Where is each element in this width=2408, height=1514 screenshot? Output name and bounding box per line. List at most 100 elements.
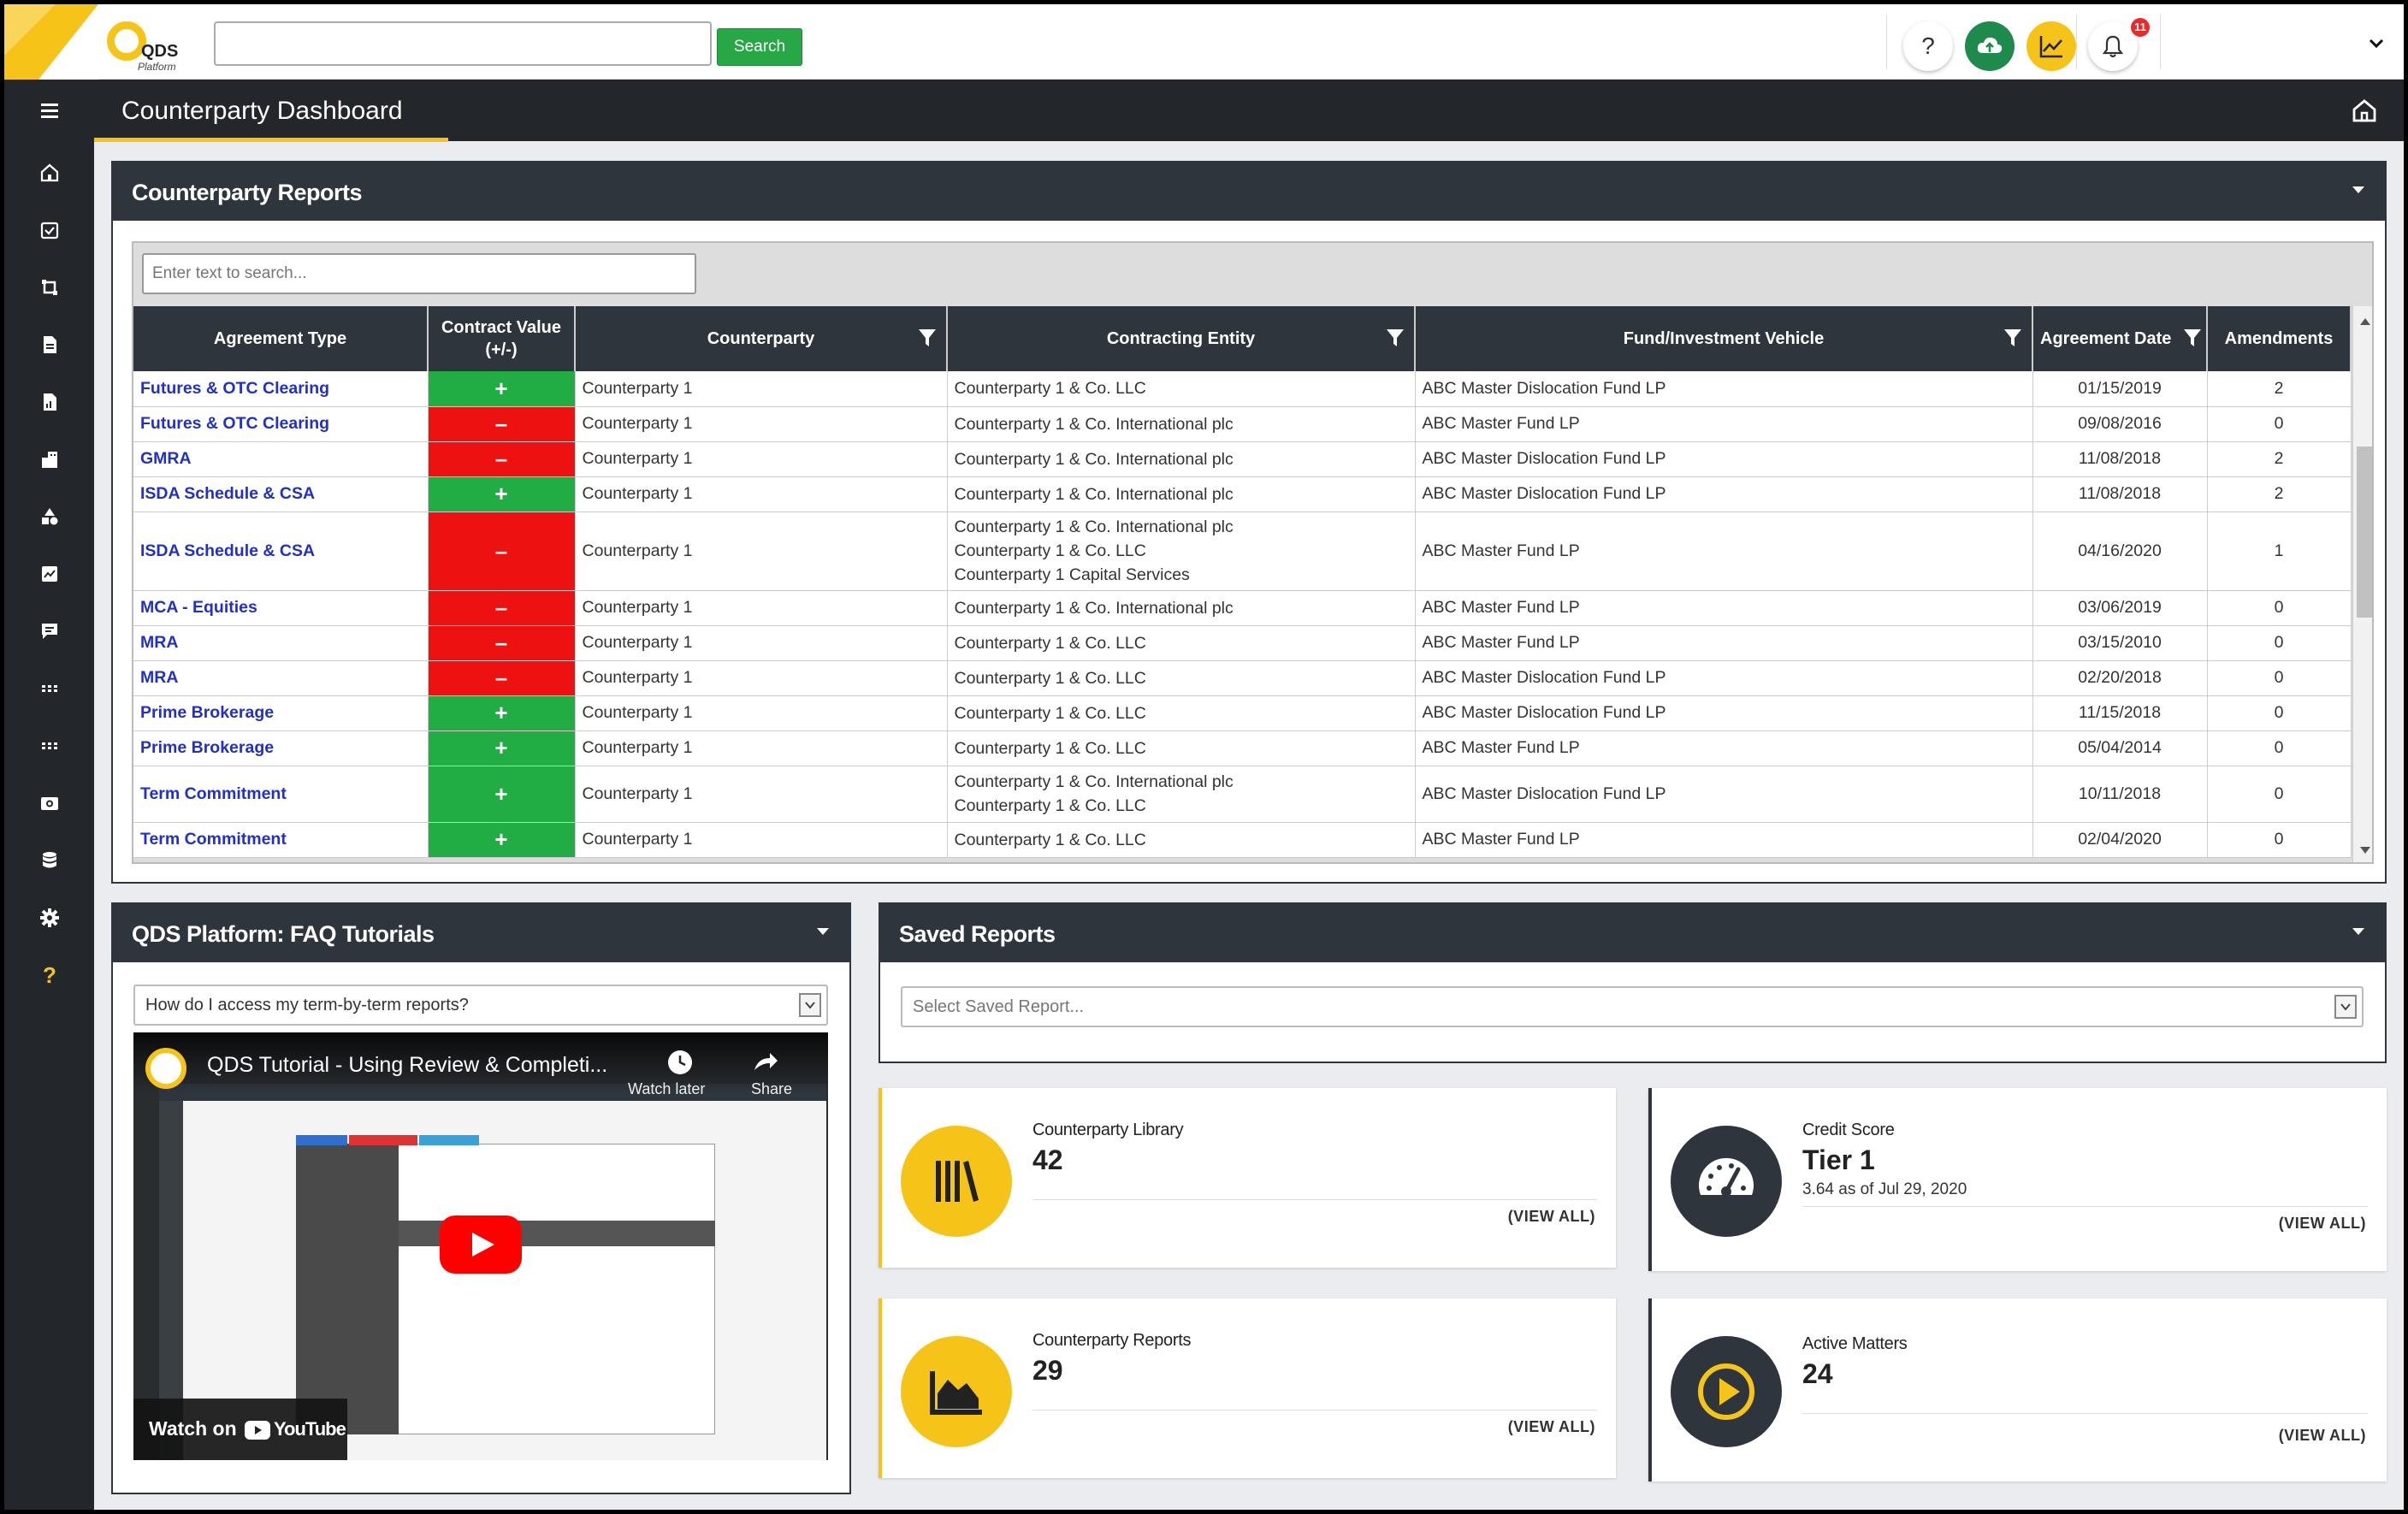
column-header-agreement-date[interactable]: Agreement Date [2032, 306, 2208, 371]
agreement-type-link[interactable]: ISDA Schedule & CSA [133, 476, 429, 512]
table-row[interactable]: GMRA – Counterparty 1 Counterparty 1 & Co. … [133, 441, 2352, 477]
column-header-contract-value[interactable]: Contract Value (+/-) [428, 306, 576, 371]
nav-shapes[interactable] [35, 502, 64, 531]
table-row[interactable]: MRA – Counterparty 1 Counterparty 1 & Co. L… [133, 660, 2352, 696]
collapse-icon[interactable] [2352, 186, 2364, 193]
share-icon[interactable] [751, 1048, 780, 1077]
nav-file-reports[interactable] [35, 387, 64, 417]
entity-name: Counterparty 1 & Co. LLC [954, 830, 1146, 849]
qds-logo[interactable]: QDS Platform [107, 20, 192, 73]
filter-icon[interactable] [2003, 327, 2023, 349]
filter-icon[interactable] [917, 327, 938, 349]
chevron-down-icon[interactable] [799, 993, 821, 1017]
nav-tasks[interactable] [35, 216, 64, 245]
stat-icon-circle [1671, 1336, 1782, 1447]
table-row[interactable]: Term Commitment + Counterparty 1 Counterpar… [133, 766, 2352, 823]
help-button[interactable]: ? [1903, 21, 1953, 71]
table-row[interactable]: Term Commitment + Counterparty 1 Counterpar… [133, 822, 2352, 858]
shapes-icon [42, 508, 58, 525]
scroll-down-icon[interactable] [2360, 847, 2370, 854]
analytics-button[interactable] [2026, 21, 2076, 71]
agreement-date-cell: 03/06/2019 [2032, 590, 2208, 626]
faq-question-select[interactable]: How do I access my term-by-term reports? [133, 985, 828, 1026]
collapse-icon[interactable] [2352, 928, 2364, 935]
contracting-entity-cell: Counterparty 1 & Co. LLC [947, 822, 1416, 858]
tutorial-video-player[interactable]: QDS Tutorial - Using Review & Completi..… [133, 1032, 828, 1460]
counterparty-cell: Counterparty 1 [575, 766, 948, 823]
column-header-amendments[interactable]: Amendments [2207, 306, 2352, 371]
nav-analytics[interactable] [35, 559, 64, 588]
nav-help[interactable]: ? [35, 961, 64, 990]
table-search-input[interactable] [142, 253, 696, 294]
column-header-fund[interactable]: Fund/Investment Vehicle [1415, 306, 2033, 371]
nav-settings[interactable] [35, 903, 64, 932]
amendments-cell: 0 [2207, 730, 2352, 766]
view-all-link[interactable]: (VIEW ALL) [1508, 1418, 1595, 1436]
agreement-type-link[interactable]: Term Commitment [133, 822, 429, 858]
nav-grid[interactable] [35, 674, 64, 703]
cloud-upload-button[interactable] [1965, 21, 2015, 71]
nav-entities[interactable] [35, 445, 64, 474]
menu-toggle-button[interactable] [4, 80, 94, 141]
stat-card-credit-score[interactable]: Credit Score Tier 1 3.64 as of Jul 29, 2… [1648, 1088, 2387, 1271]
nav-home[interactable] [35, 158, 64, 187]
agreement-type-link[interactable]: MRA [133, 625, 429, 661]
view-all-link[interactable]: (VIEW ALL) [2279, 1427, 2366, 1445]
view-all-link[interactable]: (VIEW ALL) [2279, 1215, 2366, 1233]
nav-database[interactable] [35, 846, 64, 875]
agreement-type-link[interactable]: GMRA [133, 441, 429, 477]
table-row[interactable]: Prime Brokerage + Counterparty 1 Counterpar… [133, 730, 2352, 766]
agreement-type-link[interactable]: Term Commitment [133, 766, 429, 823]
global-search-input[interactable] [214, 21, 712, 66]
table-row[interactable]: Prime Brokerage + Counterparty 1 Counterpar… [133, 695, 2352, 731]
agreement-type-link[interactable]: Futures & OTC Clearing [133, 406, 429, 442]
table-row[interactable]: Futures & OTC Clearing – Counterparty 1 Cou… [133, 406, 2352, 442]
nav-apps[interactable] [35, 731, 64, 760]
channel-avatar[interactable] [145, 1048, 186, 1089]
clock-icon[interactable] [666, 1048, 695, 1077]
column-header-counterparty[interactable]: Counterparty [575, 306, 948, 371]
agreement-type-link[interactable]: Prime Brokerage [133, 730, 429, 766]
collapse-icon[interactable] [817, 928, 829, 935]
agreement-date-cell: 02/04/2020 [2032, 822, 2208, 858]
table-row[interactable]: Futures & OTC Clearing + Counterparty 1 Cou… [133, 371, 2352, 407]
nav-documents[interactable] [35, 330, 64, 359]
column-header-agreement-type[interactable]: Agreement Type [133, 306, 429, 371]
chevron-down-icon[interactable] [2334, 995, 2357, 1019]
nav-media[interactable] [35, 789, 64, 818]
table-scrollbar[interactable] [2352, 306, 2372, 862]
agreement-type-link[interactable]: ISDA Schedule & CSA [133, 512, 429, 591]
scrollbar-thumb[interactable] [2357, 447, 2372, 618]
table-row[interactable]: ISDA Schedule & CSA + Counterparty 1 Counte… [133, 476, 2352, 512]
entity-name: Counterparty 1 & Co. International plc [954, 414, 1234, 434]
stat-card-active-matters[interactable]: Active Matters 24 (VIEW ALL) [1648, 1298, 2387, 1481]
nav-messages[interactable] [35, 617, 64, 646]
youtube-play-button[interactable] [440, 1215, 522, 1274]
filter-icon[interactable] [1385, 327, 1405, 349]
amendments-cell: 0 [2207, 625, 2352, 661]
trend-chart-icon [2039, 36, 2062, 58]
agreement-type-link[interactable]: MCA - Equities [133, 590, 429, 626]
saved-report-select[interactable]: Select Saved Report... [901, 986, 2364, 1027]
column-header-contracting-entity[interactable]: Contracting Entity [947, 306, 1416, 371]
amendments-cell: 1 [2207, 512, 2352, 591]
stat-card-counterparty-reports[interactable]: Counterparty Reports 29 (VIEW ALL) [879, 1298, 1616, 1478]
comment-icon [42, 624, 57, 639]
filter-icon[interactable] [2182, 327, 2203, 349]
stat-card-counterparty-library[interactable]: Counterparty Library 42 (VIEW ALL) [879, 1088, 1616, 1268]
view-all-link[interactable]: (VIEW ALL) [1508, 1208, 1595, 1226]
agreement-type-link[interactable]: MRA [133, 660, 429, 696]
table-row[interactable]: ISDA Schedule & CSA – Counterparty 1 Counte… [133, 512, 2352, 591]
nav-crop[interactable] [35, 273, 64, 302]
scroll-up-icon[interactable] [2360, 318, 2370, 325]
table-row[interactable]: MCA - Equities – Counterparty 1 Counterpart… [133, 590, 2352, 626]
agreement-type-link[interactable]: Futures & OTC Clearing [133, 371, 429, 407]
home-icon[interactable] [2351, 97, 2378, 124]
watch-on-youtube-button[interactable]: Watch on YouTube [133, 1399, 347, 1460]
agreement-type-link[interactable]: Prime Brokerage [133, 695, 429, 731]
video-title[interactable]: QDS Tutorial - Using Review & Completi..… [207, 1053, 607, 1078]
search-button[interactable]: Search [717, 28, 802, 66]
table-row[interactable]: MRA – Counterparty 1 Counterparty 1 & Co. L… [133, 625, 2352, 661]
contract-value-indicator: + [428, 371, 576, 407]
chevron-down-icon[interactable] [2367, 33, 2386, 52]
